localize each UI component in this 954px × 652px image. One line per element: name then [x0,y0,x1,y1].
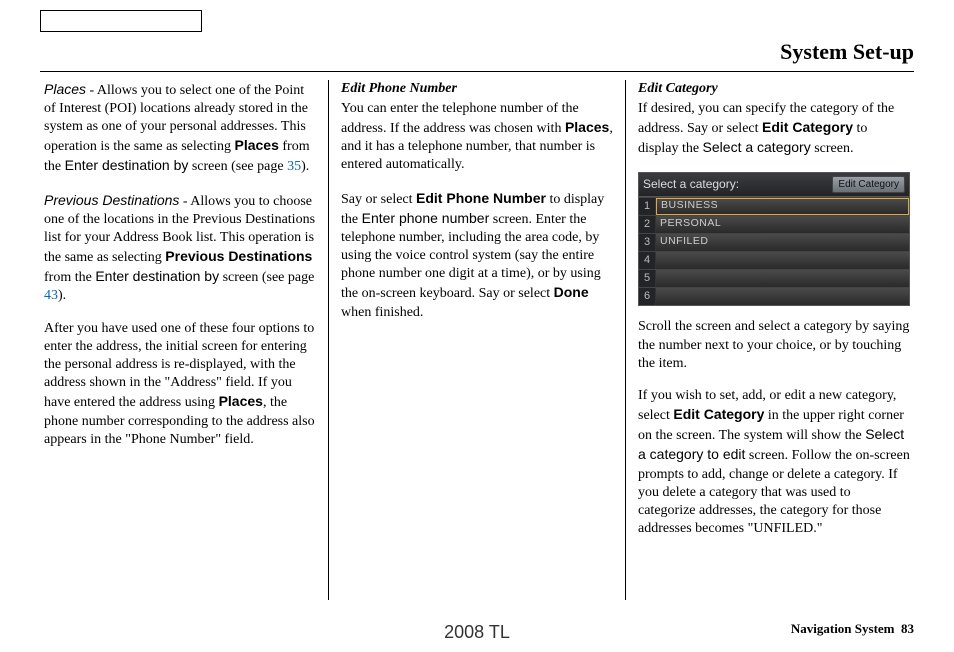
nav-screen-title: Select a category: [643,177,739,193]
category-row-2[interactable]: 2 PERSONAL [639,215,909,233]
horizontal-rule [40,71,914,72]
category-p2: Scroll the screen and select a category … [638,318,910,373]
category-row-5[interactable]: 5 [639,269,909,287]
footer-model-year: 2008 TL [444,621,510,644]
after-options-paragraph: After you have used one of these four op… [44,320,316,449]
places-label: Places [44,81,86,97]
page-link-43[interactable]: 43 [44,288,58,303]
select-category-screenshot: Select a category: Edit Category 1 BUSIN… [638,172,910,306]
content-columns: Places - Allows you to select one of the… [40,80,914,600]
edit-category-button[interactable]: Edit Category [832,176,905,193]
nav-screen-header: Select a category: Edit Category [639,173,909,197]
page-title: System Set-up [40,38,914,67]
phone-p1: You can enter the telephone number of th… [341,100,613,175]
page-footer: 2008 TL Navigation System 83 [0,621,954,638]
column-2: Edit Phone Number You can enter the tele… [328,80,625,600]
column-3: Edit Category If desired, you can specif… [625,80,914,600]
edit-phone-heading: Edit Phone Number [341,80,613,98]
category-p3: If you wish to set, add, or edit a new c… [638,387,910,539]
page-link-35[interactable]: 35 [287,159,301,174]
category-row-3[interactable]: 3 UNFILED [639,233,909,251]
column-1: Places - Allows you to select one of the… [40,80,328,600]
category-p1: If desired, you can specify the category… [638,100,910,159]
header-empty-box [40,10,202,32]
category-row-1[interactable]: 1 BUSINESS [639,197,909,215]
places-paragraph: Places - Allows you to select one of the… [44,80,316,177]
previous-dest-paragraph: Previous Destinations - Allows you to ch… [44,191,316,306]
edit-category-heading: Edit Category [638,80,910,98]
footer-right: Navigation System 83 [791,621,914,638]
phone-p2: Say or select Edit Phone Number to displ… [341,189,613,322]
page-number: 83 [901,621,914,636]
previous-destinations-label: Previous Destinations [44,192,179,208]
category-row-6[interactable]: 6 [639,287,909,305]
category-row-4[interactable]: 4 [639,251,909,269]
